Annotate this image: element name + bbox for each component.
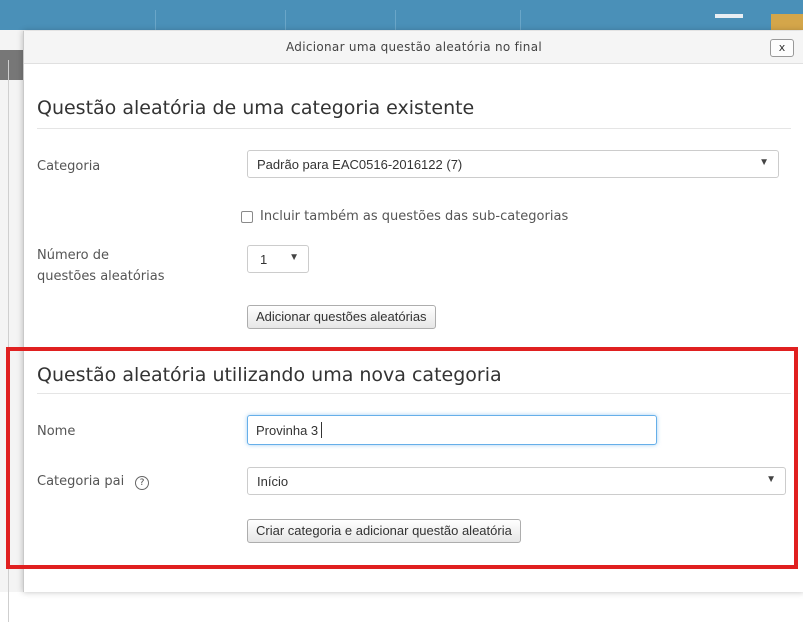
topbar-divider (285, 10, 286, 30)
background-topbar (0, 0, 803, 30)
close-button[interactable]: x (770, 39, 794, 57)
include-subcategories-checkbox[interactable] (241, 211, 253, 223)
number-random-label-line1: Número de (37, 248, 110, 263)
include-subcategories-label: Incluir também as questões das sub-categ… (260, 209, 569, 224)
dialog-header: Adicionar uma questão aleatória no final… (24, 31, 803, 64)
topbar-divider (395, 10, 396, 30)
category-label: Categoria (37, 159, 101, 174)
topbar-divider (155, 10, 156, 30)
topbar-item (715, 14, 743, 18)
topbar-accent (771, 14, 803, 30)
number-random-select[interactable]: 1 ▼ (247, 245, 309, 273)
topbar-divider (520, 10, 521, 30)
number-random-value: 1 (260, 252, 268, 267)
add-random-questions-button[interactable]: Adicionar questões aleatórias (247, 305, 436, 329)
number-random-label-line2: questões aleatórias (37, 269, 165, 284)
chevron-down-icon: ▼ (289, 252, 299, 263)
dialog-title: Adicionar uma questão aleatória no final (286, 40, 542, 54)
category-select[interactable]: Padrão para EAC0516-2016122 (7) ▼ (247, 150, 779, 178)
highlight-box (6, 347, 798, 569)
existing-category-heading: Questão aleatória de uma categoria exist… (37, 97, 475, 119)
chevron-down-icon: ▼ (759, 157, 769, 168)
close-icon: x (778, 41, 786, 54)
category-select-value: Padrão para EAC0516-2016122 (7) (257, 157, 463, 172)
background-grip (0, 50, 24, 80)
section-divider (37, 128, 791, 129)
